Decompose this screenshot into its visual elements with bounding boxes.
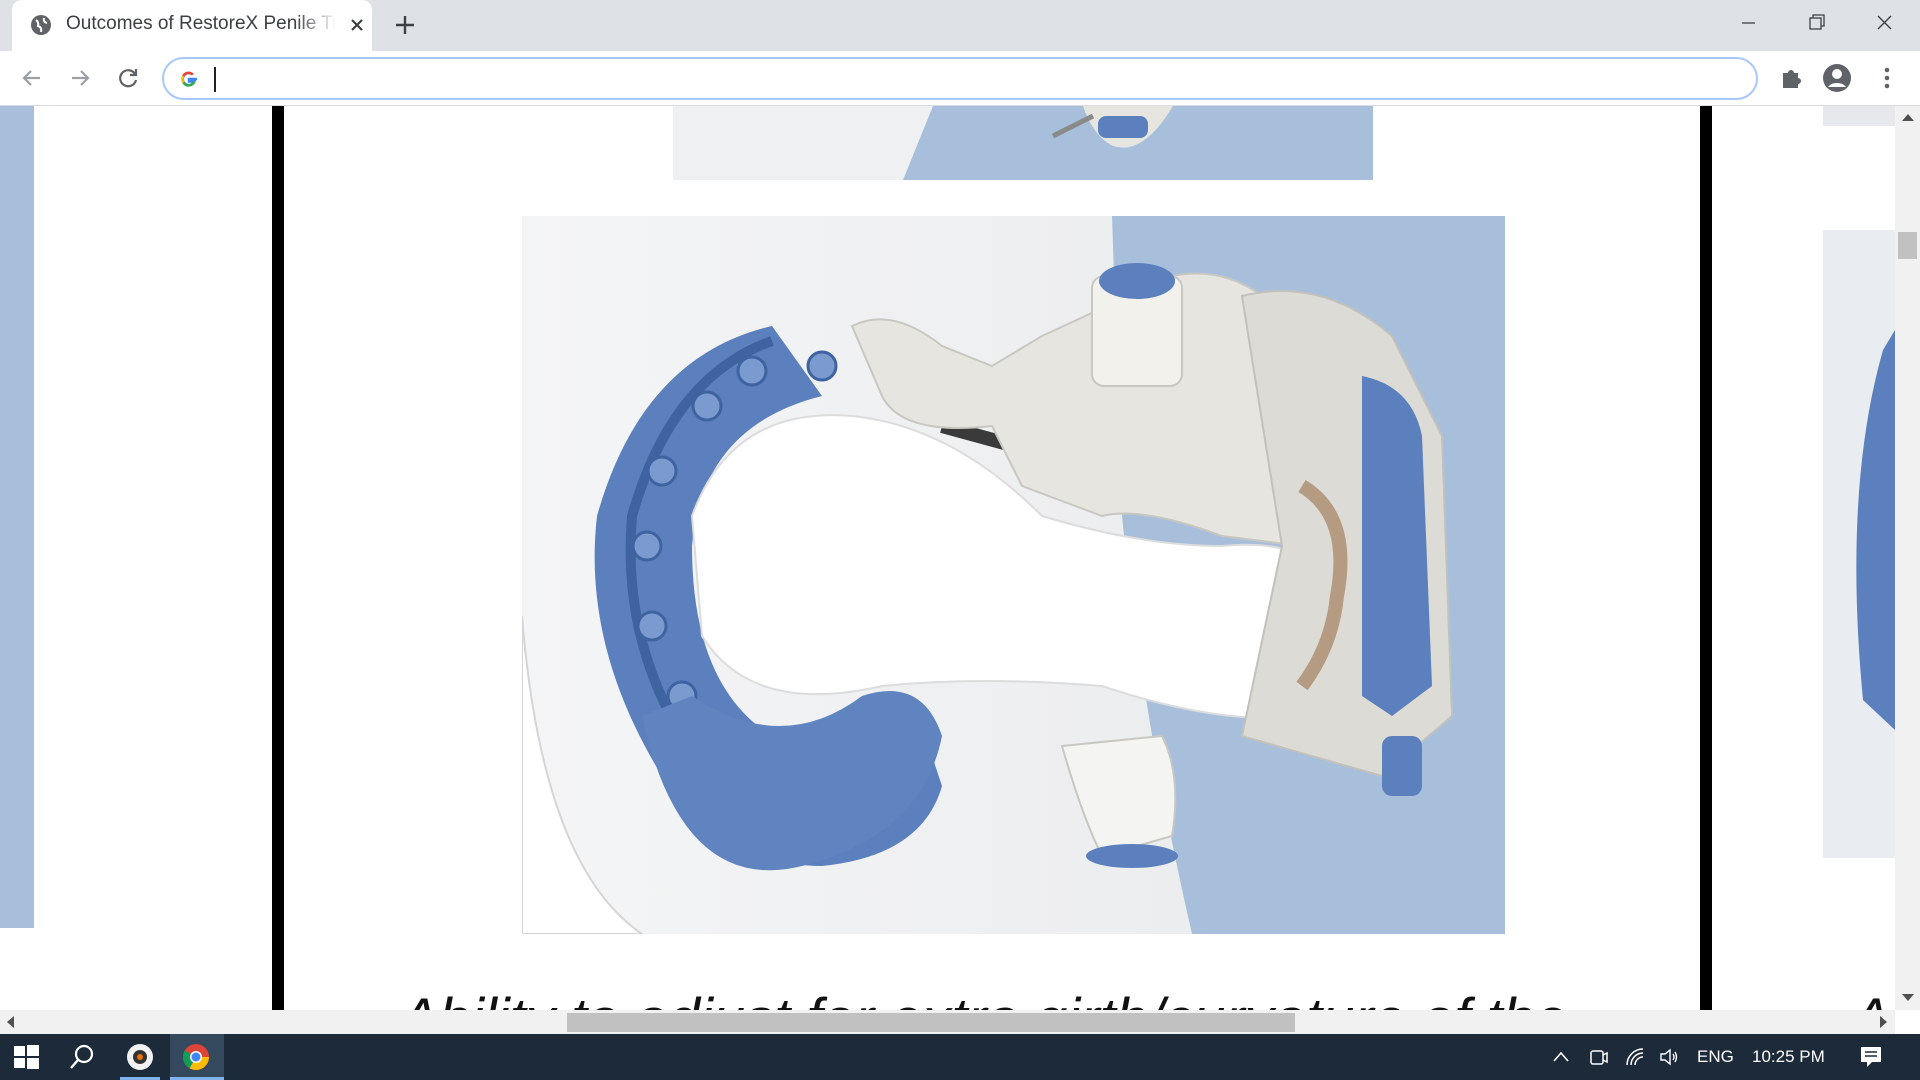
horizontal-scroll-thumb[interactable] bbox=[567, 1013, 1295, 1032]
close-icon[interactable] bbox=[346, 14, 368, 36]
language-indicator[interactable]: ENG bbox=[1697, 1047, 1734, 1067]
camera-icon[interactable] bbox=[1588, 1046, 1610, 1068]
url-input[interactable] bbox=[212, 65, 1712, 93]
volume-icon[interactable] bbox=[1658, 1046, 1680, 1068]
next-slide-edge-top bbox=[1823, 106, 1895, 126]
notification-icon[interactable] bbox=[1858, 1044, 1884, 1070]
scroll-left-arrow-icon[interactable] bbox=[7, 1016, 14, 1028]
window-close-icon[interactable] bbox=[1866, 8, 1902, 38]
back-arrow-icon[interactable] bbox=[18, 64, 46, 92]
windows-start-icon[interactable] bbox=[10, 1041, 42, 1073]
device-image-partial bbox=[673, 106, 1373, 180]
windows-taskbar: ENG 10:25 PM bbox=[0, 1034, 1920, 1080]
slide-border-right bbox=[1700, 106, 1712, 1010]
browser-toolbar bbox=[0, 51, 1920, 106]
forward-arrow-icon[interactable] bbox=[66, 64, 94, 92]
browser-tab[interactable]: Outcomes of RestoreX Penile Traction The… bbox=[12, 0, 372, 51]
search-icon[interactable] bbox=[66, 1041, 98, 1073]
page-viewport: Ability to adjust for extra girth/curvat… bbox=[0, 106, 1920, 1010]
new-tab-plus-icon[interactable] bbox=[392, 12, 418, 38]
reload-icon[interactable] bbox=[114, 64, 142, 92]
previous-slide-edge bbox=[0, 106, 34, 928]
scroll-down-arrow-icon[interactable] bbox=[1902, 994, 1914, 1001]
globe-icon bbox=[31, 15, 51, 35]
minimize-icon[interactable] bbox=[1730, 8, 1766, 38]
scroll-right-arrow-icon[interactable] bbox=[1880, 1016, 1887, 1028]
restore-icon[interactable] bbox=[1798, 8, 1834, 38]
google-g-icon bbox=[181, 71, 197, 87]
profile-avatar-icon[interactable] bbox=[1822, 63, 1852, 93]
chrome-icon[interactable] bbox=[180, 1041, 212, 1073]
next-slide-thumbnail bbox=[1823, 230, 1895, 858]
clock[interactable]: 10:25 PM bbox=[1752, 1047, 1825, 1067]
scroll-up-arrow-icon[interactable] bbox=[1902, 114, 1914, 121]
extensions-puzzle-icon[interactable] bbox=[1776, 63, 1806, 93]
title-bar: Outcomes of RestoreX Penile Traction The… bbox=[0, 0, 1920, 51]
tab-title: Outcomes of RestoreX Penile Traction The… bbox=[66, 13, 336, 35]
vertical-scroll-thumb[interactable] bbox=[1898, 232, 1917, 259]
penile-traction-device-image bbox=[522, 216, 1505, 934]
wifi-icon[interactable] bbox=[1624, 1046, 1646, 1068]
slide-caption: Ability to adjust for extra girth/curvat… bbox=[400, 986, 1567, 1010]
menu-kebab-icon[interactable] bbox=[1872, 63, 1902, 93]
address-bar[interactable] bbox=[162, 57, 1758, 100]
chevron-up-icon[interactable] bbox=[1550, 1046, 1572, 1068]
slide-border-left bbox=[272, 106, 284, 1010]
media-app-icon[interactable] bbox=[124, 1041, 156, 1073]
